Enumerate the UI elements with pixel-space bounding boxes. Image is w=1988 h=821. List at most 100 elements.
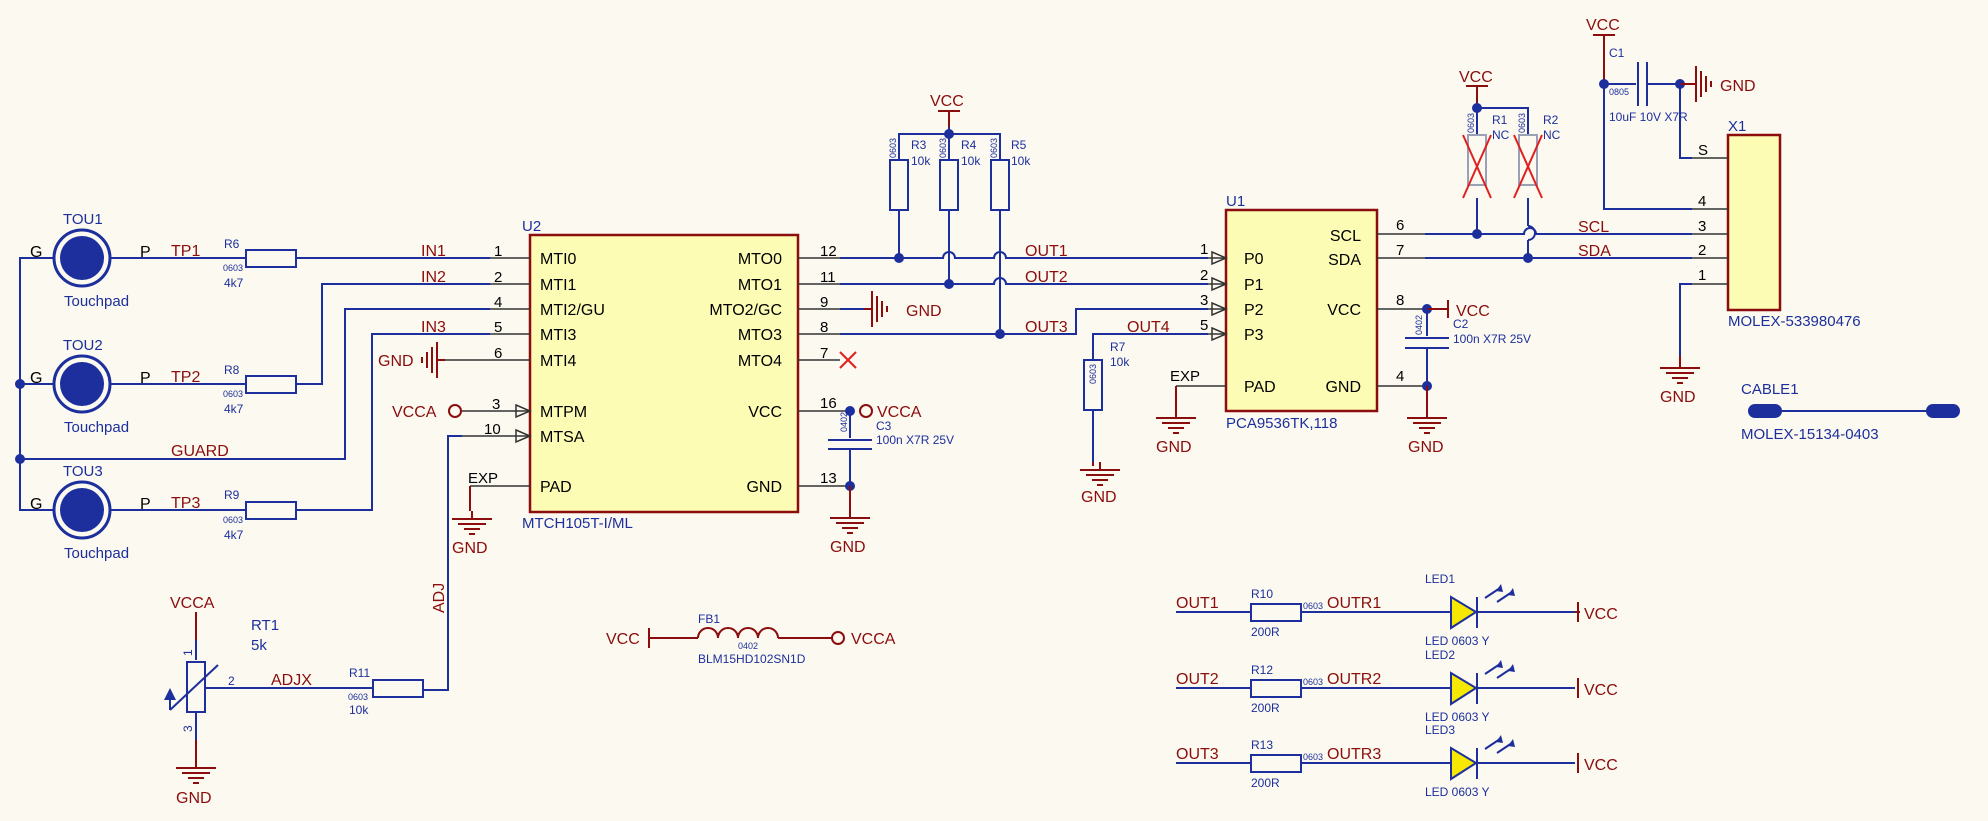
fb1-ref: FB1 <box>698 612 720 626</box>
u1-pin-p0: P0 <box>1244 251 1264 268</box>
u2-pin-mti4: MTI4 <box>540 353 577 370</box>
u1-pin-3-num: 3 <box>1200 292 1208 309</box>
resistor-r7[interactable]: R7 10k 0603 GND <box>1079 340 1130 506</box>
u1-pin-p3: P3 <box>1244 327 1264 344</box>
u1-pin-p1: P1 <box>1244 277 1264 294</box>
u2-pin-mti1: MTI1 <box>540 277 577 294</box>
u2-pin-3-num: 3 <box>492 396 500 413</box>
x1-part: MOLEX-533980476 <box>1728 313 1861 330</box>
gnd-label-u2-exp: GND <box>452 540 488 557</box>
r2-ref: R2 <box>1543 113 1559 127</box>
r3-value: 10k <box>911 154 931 168</box>
u1-pin-6-num: 6 <box>1396 217 1404 234</box>
c2-pkg: 0402 <box>1414 315 1424 335</box>
led3-ref: LED3 <box>1425 723 1455 737</box>
u1-pin-pad: PAD <box>1244 379 1276 396</box>
u2-pin-6-num: 6 <box>494 345 502 362</box>
net-outr1-label: OUTR1 <box>1327 595 1381 612</box>
net-in3-label: IN3 <box>421 319 446 336</box>
tou3-name: Touchpad <box>64 545 129 562</box>
r10-pkg: 0603 <box>1303 601 1323 611</box>
rt1-pin3: 3 <box>181 725 195 732</box>
r3-ref: R3 <box>911 138 927 152</box>
connector-x1[interactable]: X1 MOLEX-533980476 S 4 3 2 1 GND <box>1659 118 1861 406</box>
net-led2-out2: OUT2 <box>1176 671 1219 688</box>
u2-pin-mtpm: MTPM <box>540 404 587 421</box>
r7-value: 10k <box>1110 355 1130 369</box>
x1-pin-2: 2 <box>1698 242 1706 259</box>
r8-value: 4k7 <box>224 402 244 416</box>
c1-value: 10uF 10V X7R <box>1609 110 1688 124</box>
c3-ref: C3 <box>876 419 892 433</box>
schematic-sheet: TOU1 Touchpad G P TOU2 Touchpad G P TOU3… <box>15 17 1960 807</box>
trimmer-rt1[interactable]: VCCA GND RT1 5k 1 2 3 <box>164 595 279 807</box>
u2-pin-13-num: 13 <box>820 470 837 487</box>
r8-pkg: 0603 <box>223 389 243 399</box>
c2-value: 100n X7R 25V <box>1453 332 1531 346</box>
u2-pin-vcc: VCC <box>748 404 782 421</box>
vcc-label-led3: VCC <box>1584 757 1618 774</box>
r8-ref: R8 <box>224 363 240 377</box>
led-chain-3[interactable]: OUT3 R13 0603 200R OUTR3 VCC LED3 LED 06… <box>1176 723 1618 799</box>
r11-ref: R11 <box>349 666 370 680</box>
gnd-label-u2-left: GND <box>378 353 414 370</box>
ic-u1-pca9536[interactable]: U1 PCA9536TK,118 1 2 3 5 EXP P0 P1 P2 P3… <box>1170 193 1425 432</box>
net-in1-label: IN1 <box>421 243 446 260</box>
u2-pin-12-num: 12 <box>820 243 837 260</box>
net-led1-out1: OUT1 <box>1176 595 1219 612</box>
u2-pin-mtsa: MTSA <box>540 429 585 446</box>
mto2-gnd: GND <box>840 291 942 327</box>
led1-ref: LED1 <box>1425 572 1455 586</box>
u2-pin-mto2: MTO2/GC <box>709 302 782 319</box>
gnd-label-rt1: GND <box>176 790 212 807</box>
net-outr3-label: OUTR3 <box>1327 746 1381 763</box>
led-chain-2[interactable]: OUT2 R12 0603 200R OUTR2 VCC LED2 LED 06… <box>1176 648 1618 724</box>
u1-pin-p2: P2 <box>1244 302 1264 319</box>
r9-value: 4k7 <box>224 528 244 542</box>
u2-pin-9-num: 9 <box>820 294 828 311</box>
net-tp2-label: TP2 <box>171 369 200 386</box>
vcc-label-r1: VCC <box>1459 69 1493 86</box>
u1-part: PCA9536TK,118 <box>1226 415 1337 432</box>
pullups-r1-r2-nc[interactable]: VCC R1 NC R2 NC 0603 0603 <box>1459 69 1561 258</box>
led-chain-1[interactable]: OUT1 R10 0603 200R OUTR1 VCC LED1 LED 06… <box>1176 572 1618 648</box>
ferrite-fb1[interactable]: VCC VCCA FB1 0402 BLM15HD102SN1D <box>606 612 896 666</box>
u1-pin-4-num: 4 <box>1396 368 1404 385</box>
u2-pin-exp-num: EXP <box>468 470 498 487</box>
vcc-label-led2: VCC <box>1584 682 1618 699</box>
u2-pin-1-num: 1 <box>494 243 502 260</box>
u2-pin-4-num: 4 <box>494 294 502 311</box>
net-tp2-in2: TP2 R8 0603 4k7 IN2 <box>126 269 490 416</box>
vcc-label-pullups: VCC <box>930 93 964 110</box>
u1-ref: U1 <box>1226 193 1245 210</box>
r1-pkg: 0603 <box>1466 113 1476 133</box>
u1-pin-sda: SDA <box>1328 252 1361 269</box>
u1-decoupling-c2[interactable]: VCC GND C2 0402 100n X7R 25V <box>1405 300 1531 456</box>
net-out2-label: OUT2 <box>1025 269 1068 286</box>
x1-ref: X1 <box>1728 118 1746 135</box>
touchpad-tou1[interactable]: TOU1 Touchpad G P <box>30 211 151 310</box>
u2-pin-mto3: MTO3 <box>738 327 782 344</box>
r10-value: 200R <box>1251 625 1280 639</box>
touchpad-tou2[interactable]: TOU2 Touchpad G P <box>30 337 151 436</box>
fb1-part: BLM15HD102SN1D <box>698 652 806 666</box>
cable1-part: MOLEX-15134-0403 <box>1741 426 1879 443</box>
u1-pin-scl: SCL <box>1330 228 1361 245</box>
net-tp3-in3: TP3 R9 0603 4k7 IN3 <box>126 319 490 542</box>
net-adj-label: ADJ <box>431 583 448 613</box>
vcc-label-c1: VCC <box>1586 17 1620 34</box>
x1-pin-s: S <box>1698 142 1708 159</box>
resistor-r11[interactable]: ADJX R11 0603 10k <box>251 666 424 717</box>
net-scl-label: SCL <box>1578 219 1609 236</box>
r5-pkg: 0603 <box>989 138 999 158</box>
u2-decoupling-c3[interactable]: VCCA GND C3 0402 100n X7R 25V <box>828 404 954 556</box>
r11-pkg: 0603 <box>348 692 368 702</box>
r7-pkg: 0603 <box>1088 364 1098 384</box>
vcca-label-rt1: VCCA <box>170 595 215 612</box>
u2-pin-pad: PAD <box>540 479 572 496</box>
r1-value: NC <box>1492 128 1510 142</box>
cable-cable1[interactable]: CABLE1 MOLEX-15134-0403 <box>1741 381 1960 443</box>
u2-pin-mto4: MTO4 <box>738 353 782 370</box>
touchpad-tou3[interactable]: TOU3 Touchpad G P <box>30 463 151 562</box>
ic-u2-mtch105[interactable]: U2 MTCH105T-I/ML 1 2 4 5 6 3 10 EXP MTI0… <box>445 218 850 532</box>
